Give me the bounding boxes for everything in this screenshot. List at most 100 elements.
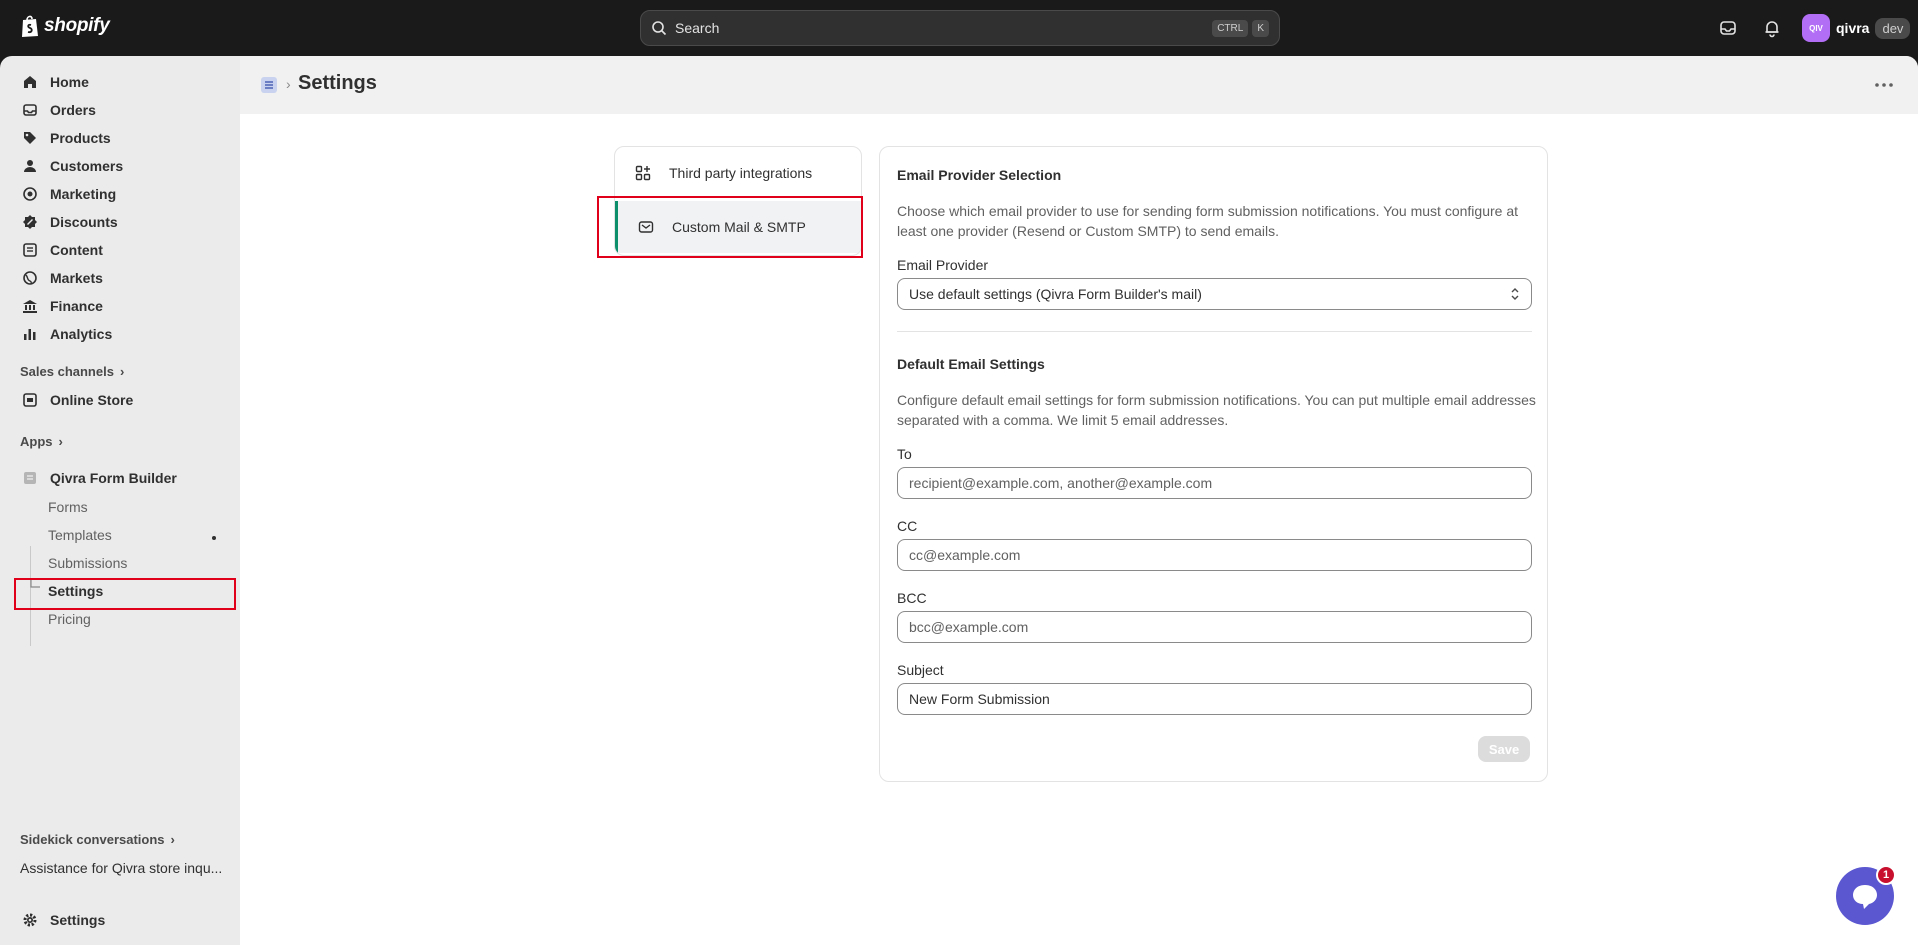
sidebar-item-label: Online Store (50, 392, 134, 408)
sidebar-item-label: Orders (50, 102, 96, 118)
store-icon (23, 393, 37, 407)
inbox-tray-icon[interactable] (1718, 18, 1738, 38)
app-pin-dot (212, 536, 216, 540)
sidebar-item-home[interactable]: Home (12, 68, 232, 96)
target-icon (23, 187, 37, 201)
sidebar-item-label: Marketing (50, 186, 117, 202)
provider-description: Choose which email provider to use for s… (897, 203, 1518, 239)
page-header: › Settings (240, 56, 1918, 114)
cc-field[interactable] (897, 539, 1532, 571)
chat-icon (1853, 885, 1877, 909)
bcc-label: BCC (897, 590, 927, 606)
more-options-icon[interactable] (1872, 78, 1896, 92)
search-icon (652, 21, 667, 36)
account-badge: dev (1875, 17, 1911, 39)
discount-icon (23, 215, 37, 229)
bell-icon[interactable] (1762, 18, 1782, 38)
sidebar-item-label: Customers (50, 158, 124, 174)
sidekick-label: Sidekick conversations (20, 832, 165, 847)
email-provider-value: Use default settings (Qivra Form Builder… (909, 286, 1202, 302)
to-label: To (897, 446, 912, 462)
sidebar-sub-submissions[interactable]: Submissions (48, 555, 127, 571)
sidebar-item-customers[interactable]: Customers (12, 152, 232, 180)
bank-icon (23, 300, 37, 313)
section-divider (897, 331, 1532, 332)
sidebar-item-markets[interactable]: Markets (12, 264, 232, 292)
home-icon (24, 76, 36, 88)
sidebar-item-label: Discounts (50, 214, 118, 230)
sidebar-item-label: Analytics (50, 326, 113, 342)
apps-heading[interactable]: Apps › (20, 434, 63, 449)
account-menu[interactable]: QIV qivra dev (1802, 14, 1911, 42)
tab-label: Third party integrations (669, 165, 813, 181)
chat-notification-badge: 1 (1876, 865, 1896, 885)
content-icon (23, 243, 37, 257)
bcc-field[interactable] (897, 611, 1532, 643)
page-title: Settings (298, 72, 377, 94)
tag-icon (24, 132, 36, 144)
inbox-icon (23, 104, 37, 116)
sales-channels-heading[interactable]: Sales channels › (20, 364, 124, 379)
email-provider-select[interactable]: Use default settings (Qivra Form Builder… (897, 278, 1532, 310)
apps-label: Apps (20, 434, 53, 449)
select-arrows-icon (1511, 288, 1519, 300)
sidebar-sub-pricing[interactable]: Pricing (48, 611, 91, 627)
sidebar-item-finance[interactable]: Finance (12, 292, 232, 320)
apps-icon (635, 165, 651, 181)
sidebar-sub-templates[interactable]: Templates (48, 527, 112, 543)
sidekick-heading[interactable]: Sidekick conversations › (20, 832, 175, 847)
subject-label: Subject (897, 662, 944, 678)
sidebar-item-products[interactable]: Products (12, 124, 232, 152)
highlight-box-settings (14, 578, 236, 610)
sidebar-item-content[interactable]: Content (12, 236, 232, 264)
main-content: › Settings Third party integrations Cust… (240, 56, 1918, 945)
app-icon (24, 472, 36, 484)
sidebar-item-settings[interactable]: Settings (12, 906, 232, 934)
breadcrumb-separator: › (286, 76, 291, 92)
email-settings-card: Email Provider Selection Choose which em… (879, 146, 1548, 782)
sidebar-item-label: Qivra Form Builder (50, 470, 177, 486)
search-bar[interactable]: CTRL K (640, 10, 1280, 46)
chevron-right-icon: › (119, 364, 125, 379)
subject-field[interactable] (897, 683, 1532, 715)
top-bar: shopify CTRL K QIV qivra dev (0, 0, 1918, 56)
logo-text: shopify (44, 15, 110, 36)
kbd-ctrl: CTRL (1212, 19, 1249, 37)
kbd-k: K (1252, 19, 1269, 37)
globe-icon (23, 271, 37, 285)
sidebar-item-label: Home (50, 74, 89, 90)
chevron-right-icon: › (58, 434, 63, 449)
chevron-right-icon: › (170, 832, 175, 847)
sidekick-conversation-item[interactable]: Assistance for Qivra store inqu... (20, 860, 222, 876)
sidebar-sub-forms[interactable]: Forms (48, 499, 88, 515)
sidebar-item-label: Markets (50, 270, 103, 286)
sidebar-item-label: Finance (50, 298, 103, 314)
app-breadcrumb-icon[interactable] (260, 76, 278, 94)
sidebar-item-label: Content (50, 242, 103, 258)
search-input[interactable] (675, 20, 1209, 36)
sidebar-item-online-store[interactable]: Online Store (12, 386, 232, 414)
default-settings-heading: Default Email Settings (897, 356, 1045, 372)
provider-heading: Email Provider Selection (897, 167, 1062, 183)
highlight-box-custom-mail (597, 196, 863, 258)
avatar: QIV (1802, 14, 1830, 42)
sidebar-item-label: Settings (50, 912, 106, 928)
person-icon (24, 160, 36, 172)
save-button[interactable]: Save (1478, 736, 1530, 762)
sidebar-item-app[interactable]: Qivra Form Builder (12, 464, 232, 492)
sidebar-item-orders[interactable]: Orders (12, 96, 232, 124)
chart-icon (24, 329, 36, 340)
tab-third-party-integrations[interactable]: Third party integrations (615, 147, 861, 199)
to-field[interactable] (897, 467, 1532, 499)
sidebar-item-discounts[interactable]: Discounts (12, 208, 232, 236)
sidebar-item-marketing[interactable]: Marketing (12, 180, 232, 208)
sidebar: Home Orders Products Customers Marketing… (0, 56, 240, 945)
account-name: qivra (1836, 20, 1870, 36)
sidebar-item-analytics[interactable]: Analytics (12, 320, 232, 348)
sales-channels-label: Sales channels (20, 364, 114, 379)
provider-label: Email Provider (897, 257, 989, 273)
shopify-logo[interactable]: shopify (20, 14, 110, 38)
cc-label: CC (897, 518, 918, 534)
default-settings-description: Configure default email settings for for… (897, 392, 1536, 428)
shopify-bag-icon (22, 15, 38, 37)
